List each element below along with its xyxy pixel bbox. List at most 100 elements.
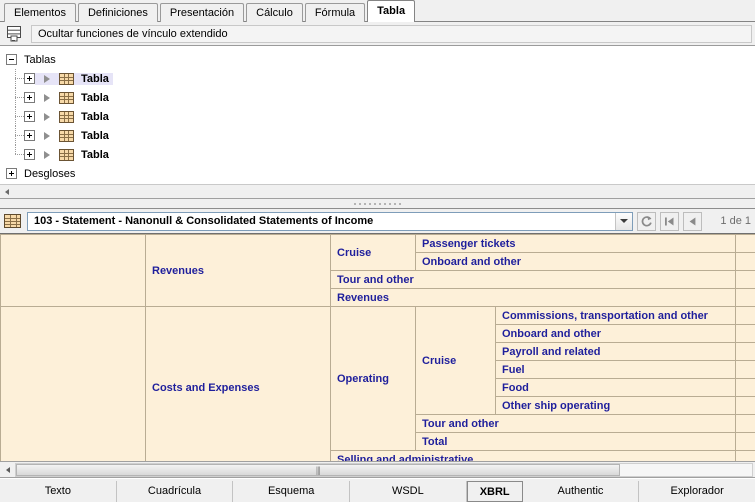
extended-link-toolbar: Ocultar funciones de vínculo extendido bbox=[0, 22, 755, 46]
tab-esquema[interactable]: Esquema bbox=[233, 481, 350, 502]
tab-tabla[interactable]: Tabla bbox=[367, 0, 415, 22]
cell-commissions-transportation-and-other[interactable]: Commissions, transportation and other bbox=[496, 307, 736, 325]
expand-box-icon[interactable] bbox=[24, 130, 35, 141]
xbrl-table-grid-area[interactable]: Revenues Cruise Passenger tickets Onboar… bbox=[0, 234, 755, 462]
table-horizontal-scrollbar[interactable]: ||| bbox=[0, 462, 755, 478]
table-tree: Tablas Tabla Tabla bbox=[0, 46, 755, 199]
tree-node-tabla-3[interactable]: Tabla bbox=[6, 107, 755, 126]
cell-selling-and-administrative[interactable]: Selling and administrative bbox=[331, 451, 736, 463]
scroll-left-arrow-icon[interactable] bbox=[0, 185, 13, 198]
cell-axis-spacer[interactable] bbox=[1, 307, 146, 463]
table-selector-combobox[interactable]: 103 - Statement - Nanonull & Consolidate… bbox=[27, 212, 633, 231]
refresh-button[interactable] bbox=[637, 212, 656, 231]
tree-node-tabla-1[interactable]: Tabla bbox=[6, 69, 755, 88]
tree-connector bbox=[6, 69, 24, 88]
cell-costs-and-expenses[interactable]: Costs and Expenses bbox=[146, 307, 331, 463]
pane-splitter[interactable] bbox=[0, 199, 755, 209]
tree-node-desgloses[interactable]: Desgloses bbox=[6, 164, 755, 183]
tree-connector bbox=[6, 145, 24, 164]
tree-node-label: Tabla bbox=[81, 92, 109, 104]
tree-node-label: Desgloses bbox=[24, 168, 75, 180]
expand-box-icon[interactable] bbox=[24, 73, 35, 84]
cell-blank[interactable] bbox=[736, 343, 755, 361]
cell-blank[interactable] bbox=[736, 379, 755, 397]
cell-blank[interactable] bbox=[736, 253, 755, 271]
table-icon bbox=[4, 214, 21, 228]
table-selector-value: 103 - Statement - Nanonull & Consolidate… bbox=[28, 215, 615, 227]
tab-explorador[interactable]: Explorador bbox=[639, 481, 755, 502]
first-page-icon bbox=[664, 216, 675, 227]
tree-horizontal-scrollbar[interactable] bbox=[0, 184, 755, 198]
expand-box-icon[interactable] bbox=[24, 92, 35, 103]
chevron-down-icon[interactable] bbox=[615, 213, 632, 230]
splitter-grip-icon bbox=[354, 203, 401, 205]
play-triangle-icon bbox=[44, 75, 50, 83]
cell-tour-and-other-cost[interactable]: Tour and other bbox=[416, 415, 736, 433]
table-row[interactable]: Costs and Expenses Operating Cruise Comm… bbox=[1, 307, 755, 325]
cell-cruise[interactable]: Cruise bbox=[331, 235, 416, 271]
previous-page-button[interactable] bbox=[683, 212, 702, 231]
tab-wsdl[interactable]: WSDL bbox=[350, 481, 467, 502]
play-triangle-icon bbox=[44, 94, 50, 102]
tree-node-tabla-4[interactable]: Tabla bbox=[6, 126, 755, 145]
table-icon bbox=[59, 149, 74, 161]
hide-extended-link-button[interactable] bbox=[3, 24, 25, 44]
cell-other-ship-operating[interactable]: Other ship operating bbox=[496, 397, 736, 415]
expand-box-icon[interactable] bbox=[6, 168, 17, 179]
expand-box-icon[interactable] bbox=[24, 149, 35, 160]
tree-node-tabla-2[interactable]: Tabla bbox=[6, 88, 755, 107]
cell-blank[interactable] bbox=[736, 325, 755, 343]
table-icon bbox=[59, 92, 74, 104]
cell-blank[interactable] bbox=[736, 397, 755, 415]
cell-onboard-and-other-cost[interactable]: Onboard and other bbox=[496, 325, 736, 343]
scrollbar-thumb[interactable]: ||| bbox=[16, 464, 620, 476]
cell-blank[interactable] bbox=[736, 361, 755, 379]
cell-blank[interactable] bbox=[736, 451, 755, 463]
cell-operating[interactable]: Operating bbox=[331, 307, 416, 451]
tab-formula[interactable]: Fórmula bbox=[305, 3, 365, 22]
cell-blank[interactable] bbox=[736, 289, 755, 307]
tree-connector bbox=[6, 126, 24, 145]
tab-calculo[interactable]: Cálculo bbox=[246, 3, 303, 22]
cell-blank[interactable] bbox=[736, 235, 755, 253]
tab-presentacion[interactable]: Presentación bbox=[160, 3, 244, 22]
table-tree-pane[interactable]: Tablas Tabla Tabla bbox=[0, 46, 755, 199]
table-icon bbox=[59, 73, 74, 85]
table-row[interactable]: Revenues Cruise Passenger tickets bbox=[1, 235, 755, 253]
cell-total[interactable]: Total bbox=[416, 433, 736, 451]
collapse-box-icon[interactable] bbox=[6, 54, 17, 65]
play-triangle-icon bbox=[44, 151, 50, 159]
tab-elementos[interactable]: Elementos bbox=[4, 3, 76, 22]
cell-payroll-and-related[interactable]: Payroll and related bbox=[496, 343, 736, 361]
cell-blank[interactable] bbox=[736, 433, 755, 451]
cell-blank[interactable] bbox=[736, 307, 755, 325]
tab-texto[interactable]: Texto bbox=[0, 481, 117, 502]
cell-revenues[interactable]: Revenues bbox=[146, 235, 331, 307]
cell-cruise-operating[interactable]: Cruise bbox=[416, 307, 496, 415]
tree-connector bbox=[6, 107, 24, 126]
cell-fuel[interactable]: Fuel bbox=[496, 361, 736, 379]
play-triangle-icon bbox=[44, 113, 50, 121]
first-page-button[interactable] bbox=[660, 212, 679, 231]
tab-xbrl[interactable]: XBRL bbox=[467, 481, 523, 502]
cell-onboard-and-other[interactable]: Onboard and other bbox=[416, 253, 736, 271]
tab-definiciones[interactable]: Definiciones bbox=[78, 3, 158, 22]
tree-connector bbox=[6, 88, 24, 107]
cell-blank[interactable] bbox=[736, 415, 755, 433]
cell-tour-and-other[interactable]: Tour and other bbox=[331, 271, 736, 289]
cell-passenger-tickets[interactable]: Passenger tickets bbox=[416, 235, 736, 253]
play-triangle-icon bbox=[44, 132, 50, 140]
expand-box-icon[interactable] bbox=[24, 111, 35, 122]
tree-node-tablas[interactable]: Tablas bbox=[6, 50, 755, 69]
tree-node-tabla-5[interactable]: Tabla bbox=[6, 145, 755, 164]
tab-cuadricula[interactable]: Cuadrícula bbox=[117, 481, 234, 502]
cell-food[interactable]: Food bbox=[496, 379, 736, 397]
cell-revenues-total[interactable]: Revenues bbox=[331, 289, 736, 307]
cell-axis-spacer[interactable] bbox=[1, 235, 146, 307]
scroll-left-arrow-icon[interactable] bbox=[0, 462, 15, 477]
cell-blank[interactable] bbox=[736, 271, 755, 289]
tree-node-label: Tabla bbox=[81, 149, 109, 161]
tab-authentic[interactable]: Authentic bbox=[523, 481, 640, 502]
page-count-label: 1 de 1 bbox=[720, 215, 751, 227]
scrollbar-track[interactable]: ||| bbox=[15, 463, 753, 477]
